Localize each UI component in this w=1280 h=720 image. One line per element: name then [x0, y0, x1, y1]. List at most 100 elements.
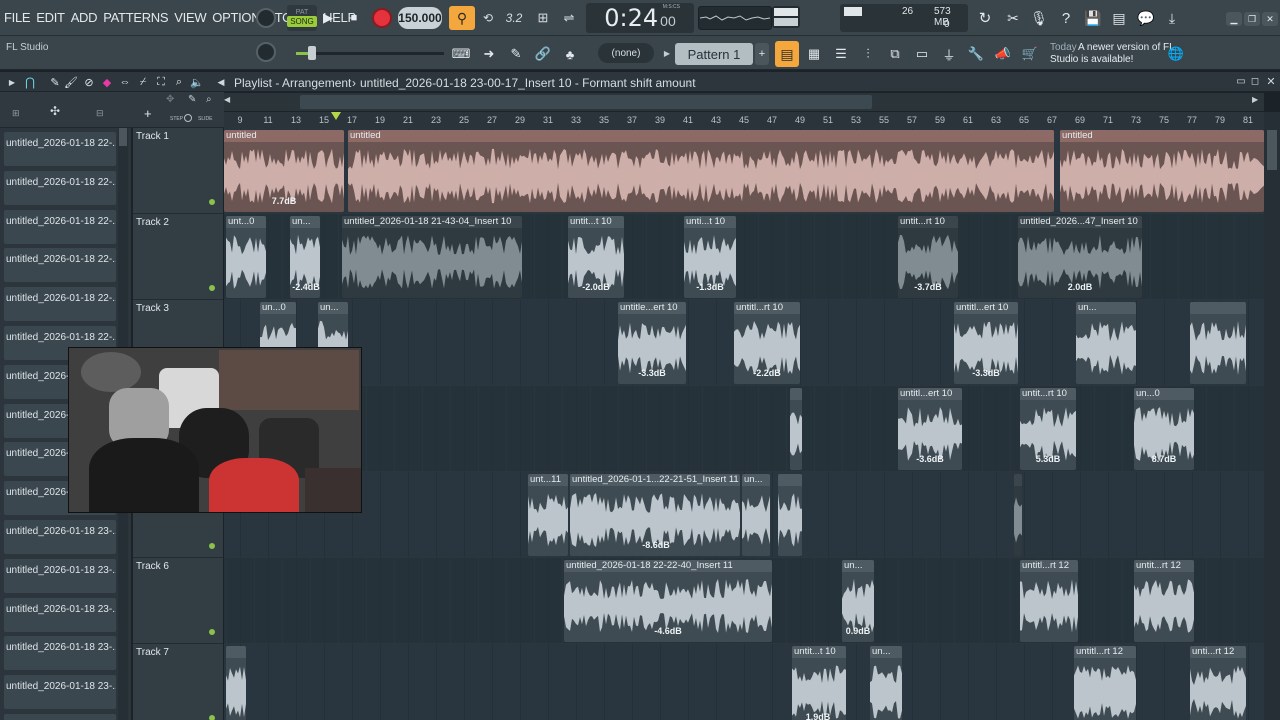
clip-header[interactable] [790, 388, 802, 400]
clip-header[interactable]: untitled_2026-01-18 21-43-04_Insert 10 [342, 216, 522, 228]
shop-button[interactable]: 🛒 [1019, 42, 1041, 66]
close-window-button[interactable]: ✕ [1262, 12, 1278, 26]
plugin-picker-button[interactable]: ⏚ [938, 42, 960, 66]
track-header[interactable]: Track 6 [133, 558, 223, 644]
step-edit-button[interactable]: ⊞ [532, 6, 554, 30]
clip-header[interactable] [226, 646, 246, 658]
pointer-tool-icon[interactable]: ✥ [166, 94, 180, 106]
add-pattern-button[interactable]: + [755, 43, 769, 65]
globe-button[interactable]: 🌐 [1166, 42, 1186, 66]
slider-handle[interactable] [308, 46, 316, 60]
audio-clip[interactable]: untitled_2026...47_Insert 10 2.0dB [1018, 216, 1142, 298]
record-button[interactable] [372, 8, 392, 28]
save-button[interactable]: 💾 [1082, 6, 1104, 30]
picker-item[interactable]: untitled_2026-01-18 23-... [4, 597, 116, 632]
audio-clip[interactable]: un... 0.9dB [842, 560, 874, 642]
scroll-right-button[interactable]: ▶ [1252, 95, 1262, 109]
playback-tool[interactable]: 🔈 [190, 74, 204, 90]
audio-clip[interactable]: un... -2.4dB [290, 216, 320, 298]
restore-window-button[interactable]: ❐ [1244, 12, 1260, 26]
minimize-window-button[interactable]: ▁ [1226, 12, 1242, 26]
scroll-left-button[interactable]: ◀ [224, 95, 234, 109]
track-header[interactable]: Track 1 [133, 128, 223, 214]
track-header[interactable]: Track 2 [133, 214, 223, 300]
picker-item[interactable]: untitled_2026-01-18 23-... [4, 520, 116, 554]
channel-rack-button[interactable]: ☰ [830, 42, 852, 66]
audio-clip[interactable]: unt...0 [226, 216, 266, 298]
picker-item[interactable]: untitled_2026-01-18 22-... [4, 248, 116, 283]
pencil-tool[interactable]: ✎ [48, 74, 62, 90]
snap-button[interactable]: 3.2 [502, 6, 526, 30]
slip-tool[interactable]: ⇔ [118, 74, 132, 90]
clip-header[interactable]: untitl...rt 12 [1074, 646, 1136, 658]
clip-header[interactable]: untitled [1060, 130, 1264, 142]
clip-header[interactable]: untitl...rt 10 [734, 302, 800, 314]
audio-clip[interactable]: untit...rt 10 -3.7dB [898, 216, 958, 298]
audio-clip[interactable] [226, 646, 246, 720]
audio-clip[interactable]: untit...rt 10 5.3dB [1020, 388, 1076, 470]
audio-clip[interactable]: unt...11 [528, 474, 568, 556]
horizontal-scrollbar[interactable]: ◀ ▶ [224, 93, 1264, 111]
track-lane[interactable]: unt...11 untitled_2026-01-1...22-21-51_In… [224, 472, 1264, 558]
playlist-minimize-button[interactable]: ▭ [1234, 74, 1248, 88]
clip-header[interactable]: untitled_2026-01-1...22-21-51_Insert 11 [570, 474, 740, 486]
clip-header[interactable] [1014, 474, 1022, 486]
picker-tool-b[interactable]: ✣ [50, 104, 70, 118]
track-activity-led[interactable] [209, 543, 215, 549]
channel-select[interactable]: (none) [598, 43, 654, 63]
clip-header[interactable]: untit...t 10 [792, 646, 846, 658]
news-panel[interactable]: Today A newer version of FL Studio is av… [1046, 40, 1186, 68]
audio-clip[interactable]: untitl...ert 10 -3.3dB [954, 302, 1018, 384]
project-picker-button[interactable]: ▭ [911, 42, 933, 66]
song-time-display[interactable]: 0:24 00 M:S:CS [586, 3, 694, 33]
audio-clip[interactable]: untitled [1060, 130, 1264, 212]
vertical-scroll-thumb[interactable] [1267, 130, 1277, 170]
song-pattern-toggle[interactable]: PAT SONG [287, 5, 317, 31]
audio-clip[interactable]: untitled_2026-01-18 22-22-40_Insert 11 -4… [564, 560, 772, 642]
magnet-snap-button[interactable]: ⋂ [22, 74, 38, 90]
help-button[interactable]: ? [1055, 6, 1077, 30]
track-activity-led[interactable] [209, 285, 215, 291]
pattern-selector[interactable]: Pattern 1 [675, 43, 753, 65]
audio-clip[interactable]: un...0 8.7dB [1134, 388, 1194, 470]
mute-tool[interactable]: ◆ [100, 74, 114, 90]
slice-tool[interactable]: ⌿ [136, 74, 150, 90]
draw-tool-button[interactable]: ✎ [505, 42, 527, 66]
browser-button[interactable]: ⧉ [884, 42, 906, 66]
track-activity-led[interactable] [209, 199, 215, 205]
clip-header[interactable] [778, 474, 802, 486]
paint-tool[interactable]: 🖌 [64, 74, 78, 90]
picker-item[interactable]: untitled_2026-01-18 23-... [4, 636, 116, 671]
audio-clip[interactable]: untitled 7.7dB [224, 130, 344, 212]
blend-button[interactable]: ⇌ [558, 6, 580, 30]
track-activity-led[interactable] [209, 629, 215, 635]
scroll-thumb[interactable] [300, 95, 872, 109]
chat-button[interactable]: 💬 [1135, 6, 1157, 30]
picker-scroll-thumb[interactable] [119, 128, 127, 146]
menu-view[interactable]: VIEW [174, 10, 206, 25]
playhead-marker[interactable] [331, 112, 341, 120]
microphone-button[interactable]: 🎙 [1028, 6, 1050, 30]
play-button[interactable]: ▶ [318, 6, 338, 30]
master-volume-knob[interactable] [256, 8, 276, 28]
clip-header[interactable]: un... [742, 474, 770, 486]
clip-header[interactable]: unt...11 [528, 474, 568, 486]
clip-header[interactable]: un... [290, 216, 320, 228]
clip-header[interactable]: untitled [224, 130, 344, 142]
clip-header[interactable] [1190, 302, 1246, 314]
step-slide-toggle[interactable] [184, 114, 192, 122]
track-lane[interactable]: unt...0 un... -2.4dB untitled_2026-01-18 21… [224, 214, 1264, 300]
audio-clip[interactable]: untitled_2026-01-18 21-43-04_Insert 10 [342, 216, 522, 298]
clip-header[interactable]: untitl...ert 10 [954, 302, 1018, 314]
playlist-button[interactable]: ▤ [775, 41, 799, 67]
audio-clip[interactable]: untit...t 10 -2.0dB [568, 216, 624, 298]
link-button[interactable]: 🔗 [532, 42, 554, 66]
wait-input-button[interactable]: ⟲ [478, 6, 498, 30]
project-info-button[interactable]: ▤ [1108, 6, 1130, 30]
menu-file[interactable]: FILE [4, 10, 31, 25]
track-header[interactable]: Track 7 [133, 644, 223, 720]
stamp-button[interactable]: ♣ [559, 42, 581, 66]
clip-header[interactable]: untit...rt 10 [898, 216, 958, 228]
audio-clip[interactable] [1190, 302, 1246, 384]
picker-item[interactable]: untitled_2026-01-18 23-... [4, 675, 116, 710]
